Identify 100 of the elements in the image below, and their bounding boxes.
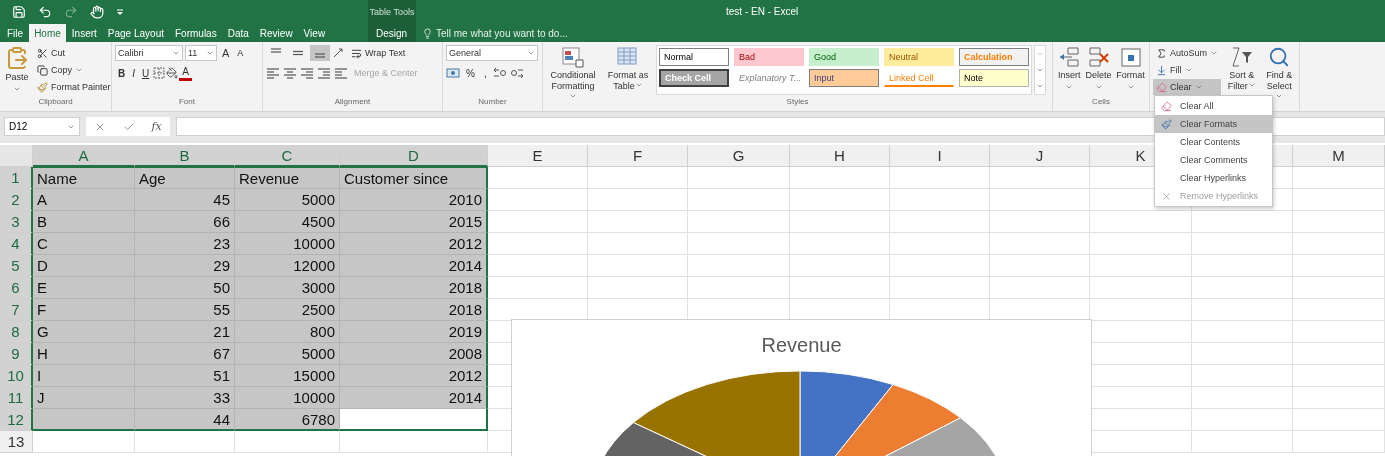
table-cell[interactable]: 66 <box>135 211 235 233</box>
table-cell[interactable]: E <box>33 277 135 299</box>
decrease-decimal-icon[interactable] <box>509 67 524 79</box>
grow-font-button[interactable]: A <box>219 45 233 61</box>
caret-icon[interactable] <box>569 92 577 100</box>
font-size-select[interactable]: 11 <box>185 45 217 61</box>
copy-button[interactable]: Copy <box>34 62 114 78</box>
insert-function-button[interactable]: fx <box>151 120 162 133</box>
column-header[interactable]: M <box>1293 145 1385 167</box>
column-header[interactable]: J <box>990 145 1090 167</box>
shrink-font-button[interactable]: A <box>234 45 247 61</box>
row-header[interactable]: 10 <box>0 365 33 387</box>
text-angle-icon[interactable] <box>332 47 346 59</box>
table-cell[interactable]: 2010 <box>340 189 488 211</box>
customize-icon[interactable] <box>116 8 124 16</box>
table-cell[interactable]: 6780 <box>235 409 340 431</box>
table-cell[interactable]: 10000 <box>235 387 340 409</box>
clear-button[interactable]: Clear <box>1153 79 1222 95</box>
table-cell[interactable]: 33 <box>135 387 235 409</box>
table-cell[interactable]: 800 <box>235 321 340 343</box>
horizontal-align-icon[interactable] <box>300 67 314 79</box>
horizontal-align-icon[interactable] <box>266 67 280 79</box>
table-cell[interactable]: 44 <box>135 409 235 431</box>
number-format-select[interactable]: General <box>446 45 538 61</box>
column-header[interactable]: G <box>688 145 790 167</box>
table-cell[interactable]: 23 <box>135 233 235 255</box>
paste-button[interactable]: Paste <box>3 45 31 95</box>
ribbon-tab[interactable]: Data <box>222 24 254 42</box>
increase-decimal-icon[interactable] <box>492 67 507 79</box>
italic-button[interactable]: I <box>129 65 138 81</box>
ribbon-tab[interactable]: View <box>298 24 331 42</box>
menu-item[interactable]: Clear Formats <box>1155 115 1272 133</box>
row-header[interactable]: 7 <box>0 299 33 321</box>
row-header[interactable]: 11 <box>0 387 33 409</box>
active-cell[interactable] <box>340 409 488 431</box>
table-cell[interactable]: 2018 <box>340 299 488 321</box>
delete-cells-button[interactable]: Delete <box>1083 45 1114 95</box>
menu-item[interactable]: Clear All <box>1155 97 1272 115</box>
cut-button[interactable]: Cut <box>34 45 114 61</box>
column-header[interactable]: A <box>33 145 135 167</box>
currency-icon[interactable] <box>446 67 460 79</box>
row-header[interactable]: 4 <box>0 233 33 255</box>
caret-icon[interactable] <box>1094 83 1103 91</box>
column-header[interactable]: H <box>790 145 890 167</box>
cell-style-option[interactable]: Input <box>809 69 879 87</box>
caret-icon[interactable] <box>1065 83 1074 91</box>
caret-icon[interactable] <box>1126 83 1135 91</box>
fill-button[interactable]: Fill <box>1153 62 1222 78</box>
table-cell[interactable]: B <box>33 211 135 233</box>
row-header[interactable]: 9 <box>0 343 33 365</box>
conditional-formatting-button[interactable]: Conditional Formatting <box>546 45 600 95</box>
table-cell[interactable]: 2014 <box>340 255 488 277</box>
format-as-table-button[interactable]: Format as Table <box>602 45 654 95</box>
insert-cells-button[interactable]: Insert <box>1056 45 1083 95</box>
table-cell[interactable]: Customer since <box>340 167 488 189</box>
table-cell[interactable]: I <box>33 365 135 387</box>
undo-icon[interactable] <box>38 5 52 19</box>
table-cell[interactable]: 2012 <box>340 365 488 387</box>
save-icon[interactable] <box>12 5 26 19</box>
table-cell[interactable]: Age <box>135 167 235 189</box>
caret-icon[interactable] <box>206 49 214 57</box>
table-cell[interactable]: 2008 <box>340 343 488 365</box>
column-header[interactable]: E <box>488 145 588 167</box>
cell-style-option[interactable]: Bad <box>734 48 804 66</box>
table-cell[interactable]: 67 <box>135 343 235 365</box>
table-cell[interactable]: 2500 <box>235 299 340 321</box>
column-header[interactable]: C <box>235 145 340 167</box>
caret-icon[interactable] <box>172 49 180 57</box>
borders-icon[interactable] <box>153 67 166 79</box>
cell-style-option[interactable]: Good <box>809 48 879 66</box>
font-color-button[interactable]: A <box>179 65 192 81</box>
ribbon-tab[interactable]: Formulas <box>170 24 222 42</box>
ribbon-tab[interactable]: File <box>2 24 29 42</box>
caret-icon[interactable] <box>1247 81 1256 89</box>
table-cell[interactable]: A <box>33 189 135 211</box>
formula-input[interactable] <box>176 117 1385 136</box>
hand-icon[interactable] <box>90 5 104 19</box>
caret-icon[interactable] <box>1210 49 1219 57</box>
table-cell[interactable]: 50 <box>135 277 235 299</box>
table-cell[interactable]: 2014 <box>340 387 488 409</box>
percent-button[interactable]: % <box>463 65 478 81</box>
row-header[interactable]: 13 <box>0 431 33 453</box>
wrap-text-button[interactable]: Wrap Text <box>348 45 409 61</box>
chart-area[interactable]: Revenue <box>511 319 1092 456</box>
sort-filter-button[interactable]: Sort & Filter <box>1225 45 1259 95</box>
paint-bucket-icon[interactable] <box>166 67 179 79</box>
tell-me-search[interactable]: Tell me what you want to do... <box>416 24 574 42</box>
bold-button[interactable]: B <box>115 65 129 81</box>
ribbon-tab[interactable]: Insert <box>66 24 102 42</box>
caret-icon[interactable] <box>13 85 21 93</box>
format-cells-button[interactable]: Format <box>1114 45 1147 95</box>
table-cell[interactable]: 12000 <box>235 255 340 277</box>
caret-icon[interactable] <box>1275 92 1284 100</box>
table-cell[interactable]: Revenue <box>235 167 340 189</box>
column-header[interactable]: I <box>890 145 990 167</box>
column-header[interactable]: F <box>588 145 688 167</box>
redo-icon[interactable] <box>64 5 78 19</box>
table-cell[interactable]: 2015 <box>340 211 488 233</box>
table-cell[interactable]: 3000 <box>235 277 340 299</box>
caret-icon[interactable] <box>75 66 83 74</box>
